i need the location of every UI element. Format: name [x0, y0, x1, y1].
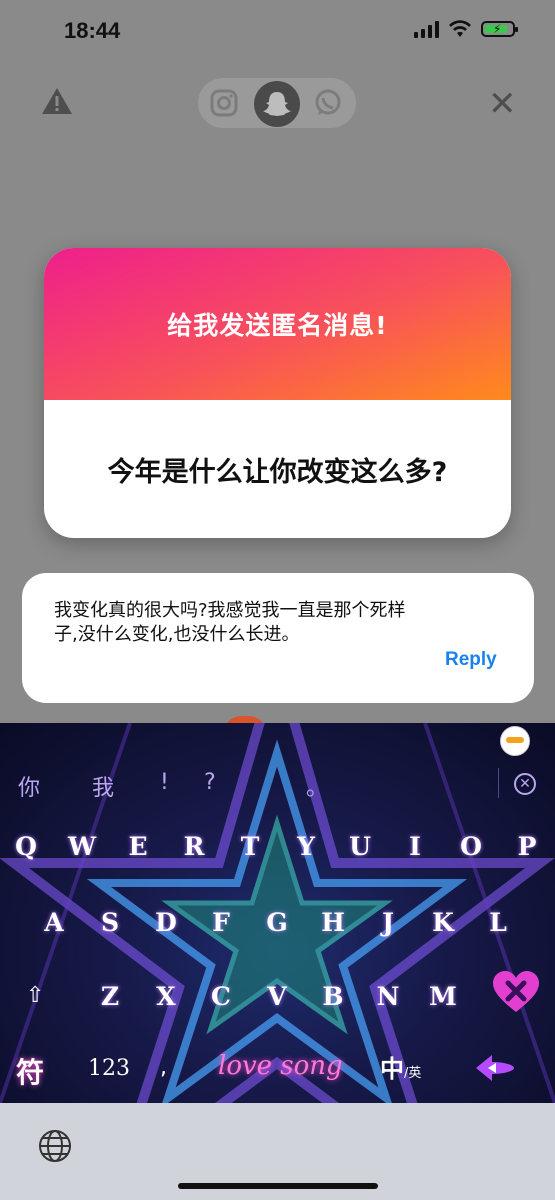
language-alt: /英: [404, 1066, 422, 1081]
question-text: 今年是什么让你改变这么多?: [107, 456, 448, 488]
key-k[interactable]: K: [423, 908, 463, 937]
keyboard-bottom-bar: [0, 1103, 555, 1200]
globe-icon[interactable]: [38, 1129, 72, 1163]
key-g[interactable]: G: [257, 908, 297, 937]
candidate-divider: [498, 768, 499, 798]
instagram-icon[interactable]: [206, 85, 242, 121]
numbers-key[interactable]: 123: [88, 1056, 130, 1081]
cellular-signal-icon: [414, 20, 439, 38]
delete-icon[interactable]: [491, 970, 541, 1014]
key-j[interactable]: J: [368, 908, 408, 937]
warning-icon[interactable]: [40, 86, 74, 116]
reply-button[interactable]: Reply: [445, 649, 497, 671]
key-d[interactable]: D: [146, 908, 186, 937]
return-icon[interactable]: [474, 1053, 516, 1083]
key-a[interactable]: A: [34, 908, 74, 937]
key-f[interactable]: F: [201, 908, 241, 937]
status-icons: ⚡: [414, 20, 518, 38]
key-y[interactable]: Y: [286, 832, 326, 861]
battery-icon: ⚡: [481, 21, 518, 37]
status-time: 18:44: [64, 18, 121, 43]
key-z[interactable]: Z: [90, 982, 130, 1011]
key-c[interactable]: C: [201, 982, 241, 1011]
language-primary: 中: [380, 1055, 404, 1083]
platform-selector: [198, 78, 356, 128]
language-switch-key[interactable]: 中/英: [380, 1049, 421, 1084]
reply-text: 我变化真的很大吗?我感觉我一直是那个死样子,没什么变化,也没什么长进。: [54, 600, 406, 645]
key-l[interactable]: L: [478, 908, 518, 937]
candidate-word[interactable]: !: [160, 770, 169, 795]
key-i[interactable]: I: [395, 832, 435, 861]
key-w[interactable]: W: [62, 832, 102, 861]
candidate-word[interactable]: ?: [204, 770, 216, 795]
keyboard: 你 我 ! ? 。 ✕ Q W E R T Y U I O P A S D F …: [0, 723, 555, 1103]
shift-icon[interactable]: ⇧: [26, 983, 44, 1008]
key-q[interactable]: Q: [6, 832, 46, 861]
home-indicator: [178, 1183, 378, 1189]
close-icon[interactable]: ✕: [488, 84, 517, 124]
wifi-icon: [449, 20, 471, 37]
reply-card: 我变化真的很大吗?我感觉我一直是那个死样子,没什么变化,也没什么长进。 Repl…: [22, 573, 534, 703]
key-x[interactable]: X: [146, 982, 186, 1011]
symbols-key[interactable]: 符: [16, 1051, 44, 1091]
key-s[interactable]: S: [90, 908, 130, 937]
key-t[interactable]: T: [230, 832, 270, 861]
key-m[interactable]: M: [423, 982, 463, 1011]
key-r[interactable]: R: [174, 832, 214, 861]
question-card-header: 给我发送匿名消息!: [44, 248, 511, 400]
key-o[interactable]: O: [451, 832, 491, 861]
key-u[interactable]: U: [340, 832, 380, 861]
candidate-word[interactable]: 你: [18, 770, 40, 802]
keyboard-mascot-icon[interactable]: [500, 726, 530, 756]
key-e[interactable]: E: [118, 832, 158, 861]
key-p[interactable]: P: [507, 832, 547, 861]
candidate-word[interactable]: 我: [92, 770, 114, 802]
key-n[interactable]: N: [368, 982, 408, 1011]
key-v[interactable]: V: [257, 982, 297, 1011]
comma-key[interactable]: ,: [160, 1055, 167, 1080]
space-key[interactable]: love song: [218, 1051, 343, 1081]
key-h[interactable]: H: [313, 908, 353, 937]
key-b[interactable]: B: [313, 982, 353, 1011]
question-card: 给我发送匿名消息! 今年是什么让你改变这么多?: [44, 248, 511, 538]
candidate-word[interactable]: 。: [306, 770, 328, 802]
snapchat-icon[interactable]: [254, 81, 300, 127]
close-candidates-icon[interactable]: ✕: [514, 773, 536, 795]
whatsapp-icon[interactable]: [310, 85, 346, 121]
